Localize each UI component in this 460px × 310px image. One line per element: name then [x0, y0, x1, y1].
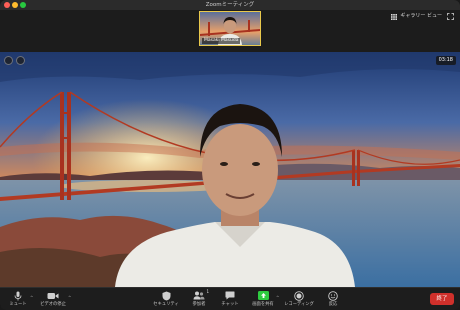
record-label: レコーディング — [284, 302, 314, 307]
chat-label: チャット — [221, 302, 239, 307]
microphone-icon — [14, 291, 22, 300]
participant-thumbnail[interactable]: Masaki Masuda — [199, 11, 261, 46]
stop-video-label: ビデオの停止 — [40, 302, 66, 307]
participants-label: 参加者 — [192, 302, 206, 307]
chat-bubble-icon — [225, 291, 235, 300]
gallery-view-label: ギャラリー ビュー — [400, 13, 442, 19]
participants-button[interactable]: 1 参加者 — [182, 289, 216, 308]
stop-video-button[interactable]: ビデオの停止 — [36, 290, 70, 308]
reactions-button[interactable]: 反応 — [316, 290, 350, 308]
fullscreen-icon[interactable] — [447, 13, 454, 20]
active-speaker-video: 03:18 — [0, 52, 460, 287]
video-camera-icon — [47, 292, 59, 299]
reactions-label: 反応 — [328, 302, 338, 307]
share-screen-icon — [257, 291, 269, 300]
smiley-icon — [328, 290, 338, 301]
meeting-timer: 03:18 — [435, 56, 456, 65]
virtual-background — [0, 52, 460, 287]
zoom-window: Zoomミーティング Masaki Masuda ギャラリー ビュー 03:18… — [0, 0, 460, 310]
audio-options-caret[interactable]: ^ — [30, 295, 33, 300]
end-meeting-button[interactable]: 終了 — [430, 293, 454, 305]
meeting-toolbar: ミュート ^ ビデオの停止 ^ セキュリティ 1 参加者 チャット 画面を共有 … — [0, 287, 460, 310]
encryption-status-icon[interactable] — [16, 56, 25, 65]
share-screen-label: 画面を共有 — [252, 302, 274, 307]
gallery-view-button[interactable]: ギャラリー ビュー — [391, 13, 442, 20]
chat-button[interactable]: チャット — [213, 290, 247, 308]
security-label: セキュリティ — [153, 302, 179, 307]
thumbnail-strip: Masaki Masuda ギャラリー ビュー — [0, 10, 460, 52]
record-icon — [294, 290, 304, 301]
grid-icon — [391, 13, 398, 20]
participant-count: 1 — [206, 289, 209, 294]
participants-icon — [193, 291, 205, 300]
mute-label: ミュート — [9, 302, 27, 307]
record-button[interactable]: レコーディング — [282, 290, 316, 308]
shield-icon — [162, 291, 170, 300]
share-options-caret[interactable]: ^ — [276, 295, 279, 300]
share-screen-button[interactable]: 画面を共有 — [246, 290, 280, 308]
window-title: Zoomミーティング — [205, 2, 255, 8]
meeting-info-button[interactable] — [4, 56, 13, 65]
participant-name-label: Masaki Masuda — [202, 38, 241, 44]
security-button[interactable]: セキュリティ — [149, 290, 183, 308]
video-options-caret[interactable]: ^ — [68, 295, 71, 300]
